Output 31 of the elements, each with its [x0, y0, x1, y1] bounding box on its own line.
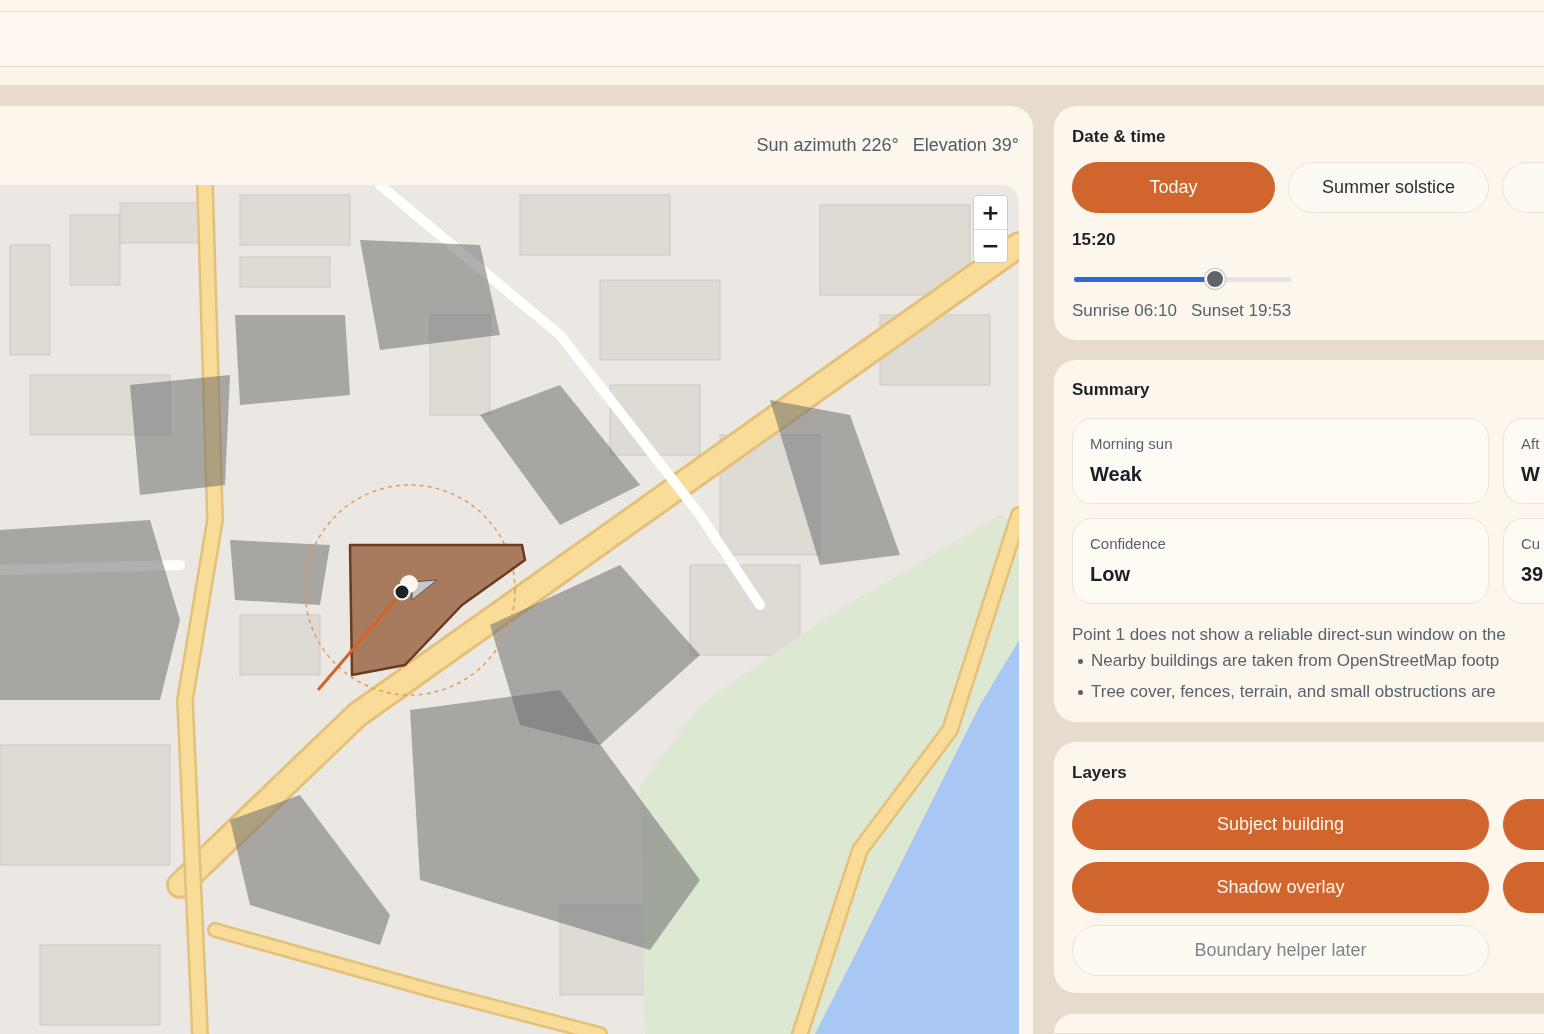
- summary-note: Point 1 does not show a reliable direct-sun window on the: [1072, 624, 1506, 646]
- section-title: Summary: [1072, 379, 1151, 401]
- section-title: Layers: [1072, 762, 1128, 784]
- bullet-text: Nearby buildings are taken from OpenStreetMap footp: [1091, 650, 1500, 672]
- tile-label: Confidence: [1090, 534, 1166, 554]
- tile-value: Low: [1090, 562, 1130, 587]
- elevation-text: Elevation 39°: [912, 135, 1019, 156]
- time-label: 15:20: [1072, 229, 1117, 251]
- sun-azimuth-text: Sun azimuth 226°: [756, 135, 899, 156]
- tile-label: Morning sun: [1090, 434, 1173, 454]
- layer-toggle-button[interactable]: Shadow overlay: [1072, 862, 1489, 913]
- tile-value: 39: [1521, 562, 1544, 587]
- tile-value: W: [1521, 462, 1540, 487]
- bullet-text: Tree cover, fences, terrain, and small obstructions are: [1091, 681, 1496, 703]
- layer-toggle-button[interactable]: [1503, 862, 1544, 913]
- section-title: Date & time: [1072, 126, 1167, 148]
- bullet-icon: [1078, 658, 1083, 664]
- tile-value: Weak: [1090, 462, 1142, 487]
- preset-button[interactable]: Summer solstice: [1288, 162, 1489, 213]
- layer-toggle-button[interactable]: Subject building: [1072, 799, 1489, 850]
- preset-button[interactable]: Today: [1072, 162, 1275, 213]
- sunset-text: Sunset 19:53: [1190, 300, 1292, 322]
- zoom-out-button[interactable]: −: [974, 229, 1007, 262]
- bullet-icon: [1078, 689, 1083, 695]
- tile-label: Cu: [1521, 534, 1541, 554]
- layer-toggle-button[interactable]: [1503, 799, 1544, 850]
- sunrise-text: Sunrise 06:10: [1072, 300, 1177, 322]
- subject-building-shape[interactable]: [348, 543, 527, 677]
- slider-thumb[interactable]: [1205, 269, 1226, 289]
- location-marker-icon[interactable]: [393, 575, 438, 601]
- tile-label: Aft: [1521, 434, 1540, 454]
